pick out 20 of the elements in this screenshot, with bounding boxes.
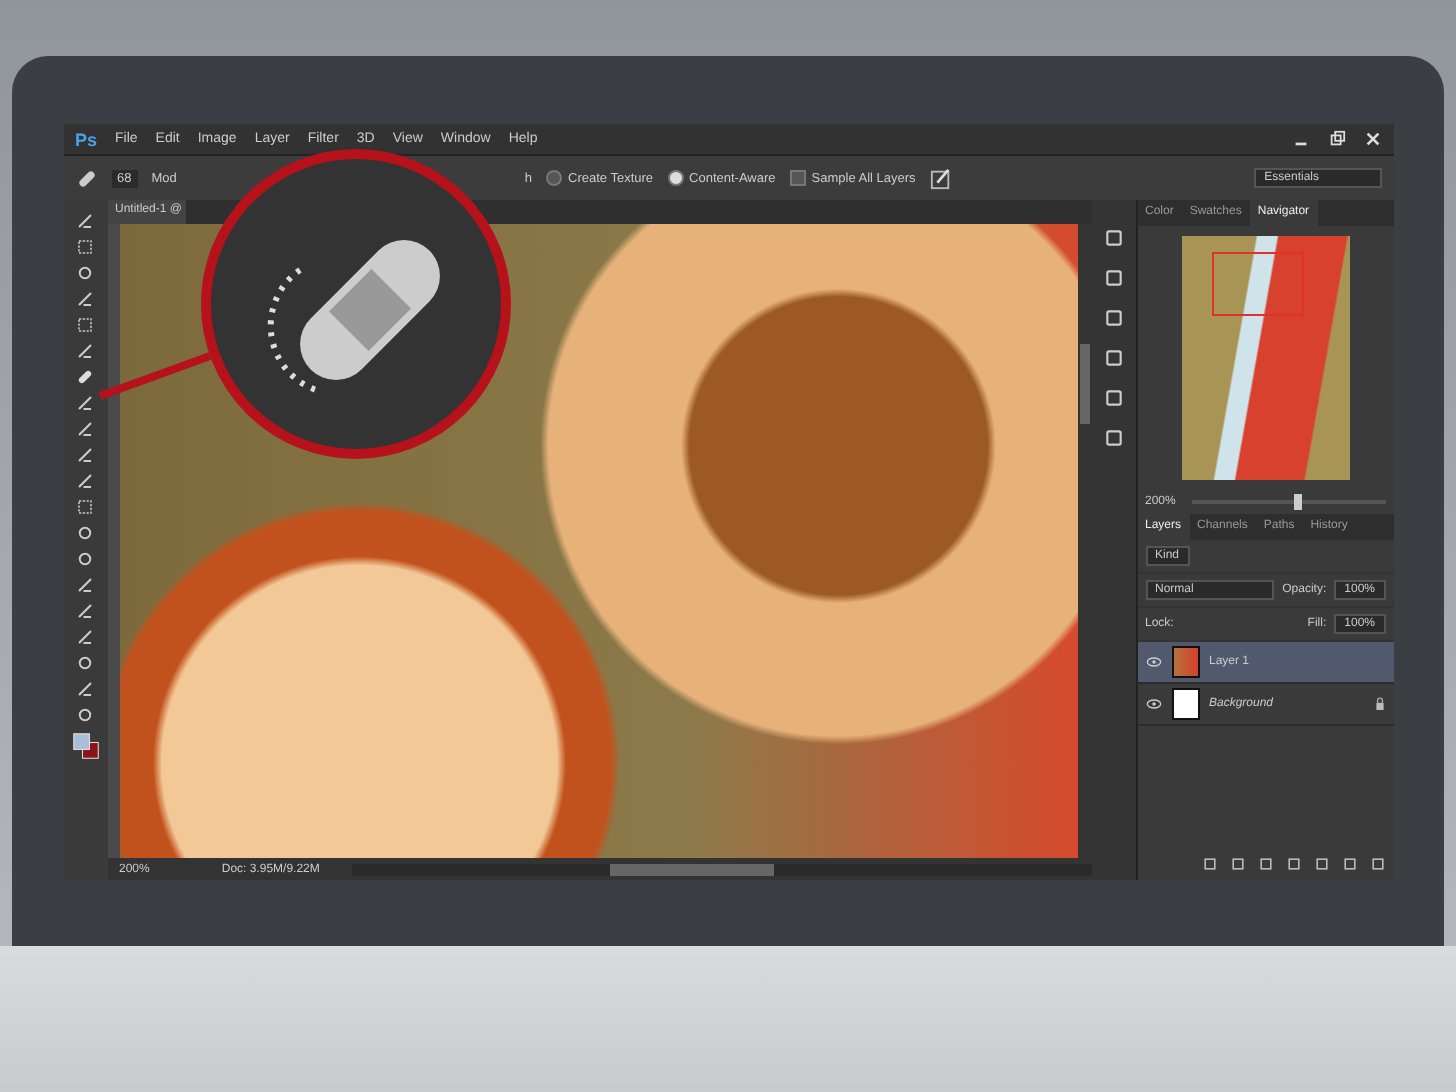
layer-thumbnail xyxy=(1171,646,1199,678)
app-logo: Ps xyxy=(75,129,98,149)
color-swatches-icon[interactable] xyxy=(71,732,99,760)
close-icon[interactable] xyxy=(1363,130,1381,148)
ellipse-icon[interactable] xyxy=(76,654,94,672)
view-frame[interactable] xyxy=(1211,252,1303,316)
restore-icon[interactable] xyxy=(1327,130,1345,148)
scroll-thumb[interactable] xyxy=(610,863,774,875)
leader-line xyxy=(96,352,214,400)
eye-icon[interactable] xyxy=(1145,698,1161,710)
radio-button[interactable] xyxy=(546,170,563,186)
eye-icon[interactable] xyxy=(1145,656,1161,668)
bandage-icon[interactable] xyxy=(76,368,94,386)
marquee-icon[interactable] xyxy=(76,238,94,256)
pressure-icon[interactable] xyxy=(929,167,952,189)
layer-thumbnail xyxy=(1171,688,1199,720)
scroll-thumb[interactable] xyxy=(1079,344,1089,424)
checkbox[interactable] xyxy=(789,170,806,186)
radio-button[interactable] xyxy=(667,170,684,186)
zoom-slider[interactable] xyxy=(1294,494,1302,510)
